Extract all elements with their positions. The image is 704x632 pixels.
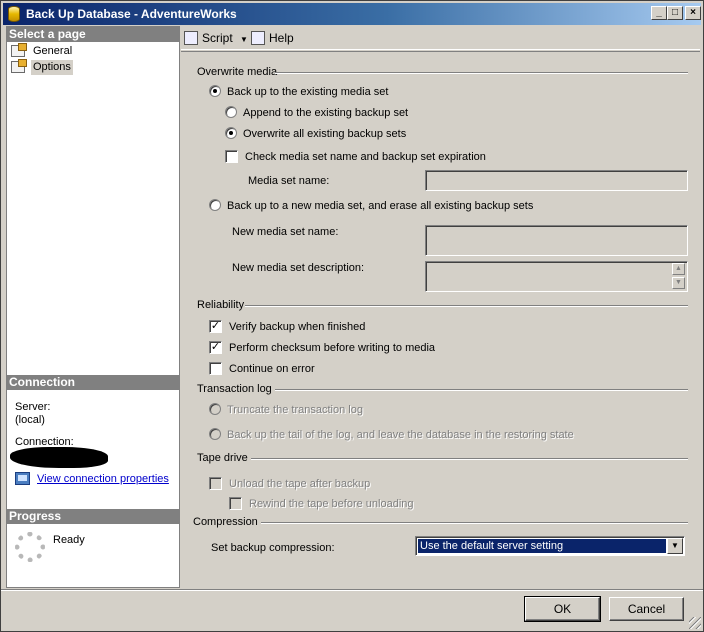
backup-compression-label: Set backup compression: (211, 542, 335, 554)
radio-button[interactable] (225, 127, 237, 139)
page-item-label: Options (31, 60, 73, 75)
overwrite-label: Overwrite all existing backup sets (243, 128, 407, 140)
page-icon (11, 59, 27, 73)
group-divider (275, 72, 688, 74)
continue-on-error-label: Continue on error (229, 363, 315, 375)
compression-group-label: Compression (193, 516, 258, 528)
window-title: Back Up Database - AdventureWorks (26, 7, 237, 21)
group-divider (275, 389, 688, 391)
backup-compression-select[interactable]: Use the default server setting ▼ (415, 536, 685, 556)
database-icon (8, 6, 20, 22)
tape-drive-group-label: Tape drive (197, 452, 248, 464)
close-button[interactable]: × (685, 6, 701, 20)
radio-button[interactable] (209, 199, 221, 211)
script-icon (184, 31, 198, 45)
perform-checksum-label: Perform checksum before writing to media (229, 342, 436, 354)
toolbar: Script ▼ Help (181, 26, 700, 50)
view-connection-properties-link[interactable]: View connection properties (37, 473, 169, 485)
group-divider (261, 522, 688, 524)
help-button[interactable]: Help (251, 29, 294, 47)
radio-button[interactable] (209, 403, 221, 415)
left-pane: Select a page General Options Connection… (6, 26, 180, 588)
footer-divider (1, 589, 703, 591)
radio-button[interactable] (209, 85, 221, 97)
checkbox[interactable] (209, 362, 222, 375)
checkbox[interactable] (229, 497, 242, 510)
minimize-button[interactable]: _ (651, 6, 667, 20)
page-icon (11, 43, 27, 57)
verify-backup-label: Verify backup when finished (229, 321, 366, 333)
title-bar[interactable]: Back Up Database - AdventureWorks _ □ × (3, 3, 701, 25)
new-media-name-input[interactable] (425, 225, 688, 256)
checkbox[interactable] (209, 477, 222, 490)
chevron-down-icon[interactable]: ▼ (667, 538, 683, 554)
options-page: Overwrite media Back up to the existing … (181, 51, 700, 588)
existing-media-label: Back up to the existing media set (227, 86, 389, 98)
script-label: Script (202, 31, 233, 45)
chevron-down-icon: ▼ (240, 35, 248, 44)
backup-database-dialog: Back Up Database - AdventureWorks _ □ × … (0, 0, 704, 632)
new-media-description-label: New media set description: (232, 262, 365, 274)
new-media-label: Back up to a new media set, and erase al… (227, 200, 534, 212)
group-divider (251, 458, 688, 460)
backup-compression-value: Use the default server setting (417, 538, 667, 554)
connection-properties-icon[interactable] (15, 472, 30, 485)
backup-tail-label: Back up the tail of the log, and leave t… (227, 429, 574, 441)
select-page-header: Select a page (7, 27, 179, 42)
scroll-up-icon[interactable]: ▲ (672, 263, 685, 275)
truncate-log-label: Truncate the transaction log (227, 404, 363, 416)
radio-button[interactable] (225, 106, 237, 118)
progress-spinner-icon (15, 532, 45, 562)
progress-status: Ready (53, 534, 85, 546)
checkbox[interactable] (225, 150, 238, 163)
media-set-name-input[interactable] (425, 170, 688, 191)
checkbox[interactable]: ✓ (209, 320, 222, 333)
script-button[interactable]: Script ▼ (184, 29, 248, 47)
connection-header: Connection (7, 375, 179, 390)
resize-grip-icon[interactable] (689, 617, 701, 629)
overwrite-media-group-label: Overwrite media (197, 66, 278, 78)
scroll-down-icon[interactable]: ▼ (672, 277, 685, 289)
server-label: Server: (15, 401, 51, 413)
reliability-group-label: Reliability (197, 299, 245, 311)
page-item-label: General (33, 45, 73, 57)
check-media-label: Check media set name and backup set expi… (245, 151, 486, 163)
new-media-description-input[interactable]: ▲ ▼ (425, 261, 688, 292)
new-media-name-label: New media set name: (232, 226, 339, 238)
checkbox[interactable]: ✓ (209, 341, 222, 354)
radio-button[interactable] (209, 428, 221, 440)
ok-button[interactable]: OK (524, 596, 601, 622)
server-value: (local) (15, 414, 45, 426)
transaction-log-group-label: Transaction log (197, 383, 272, 395)
redacted-connection-value (10, 447, 108, 468)
help-icon (251, 31, 265, 45)
help-label: Help (269, 31, 294, 45)
rewind-tape-label: Rewind the tape before unloading (249, 498, 414, 510)
group-divider (245, 305, 688, 307)
cancel-button[interactable]: Cancel (609, 597, 684, 621)
unload-tape-label: Unload the tape after backup (229, 478, 371, 490)
progress-header: Progress (7, 509, 179, 524)
media-set-name-label: Media set name: (248, 175, 330, 187)
append-label: Append to the existing backup set (243, 107, 409, 119)
maximize-button[interactable]: □ (667, 6, 683, 20)
